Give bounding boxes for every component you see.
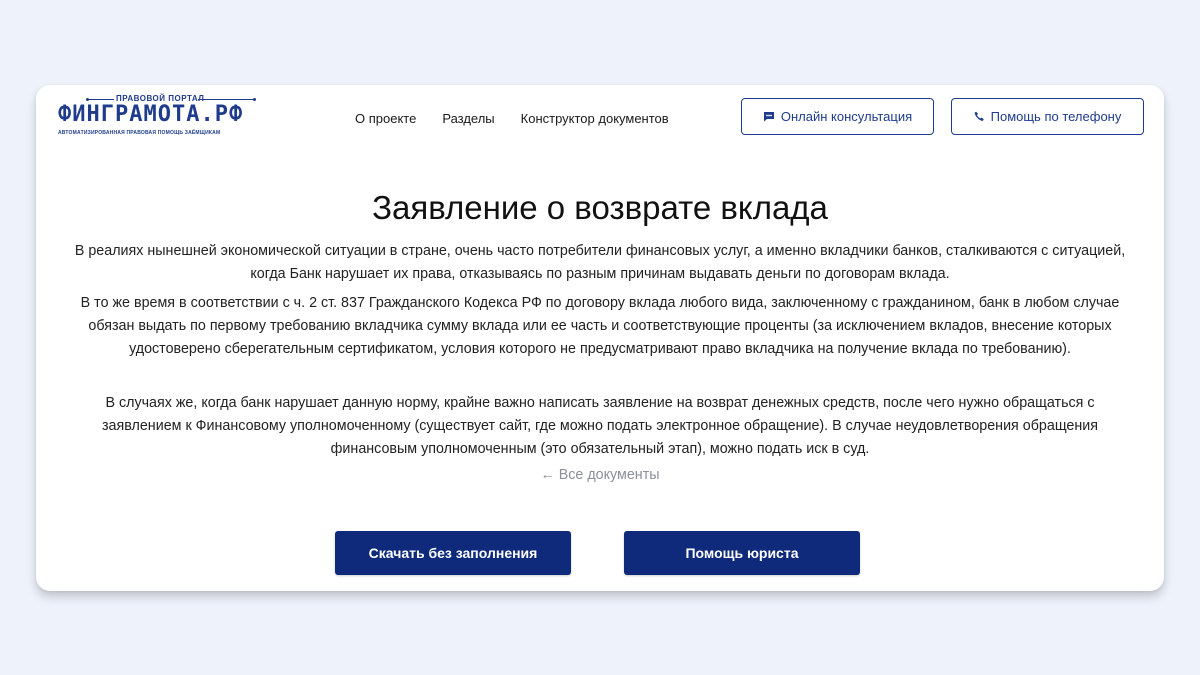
chat-icon xyxy=(763,111,775,122)
article-paragraph-1: В реалиях нынешней экономической ситуаци… xyxy=(74,243,1126,282)
page-title: Заявление о возврате вклада xyxy=(372,189,828,226)
article-paragraph-2: В то же время в соответствии с ч. 2 ст. … xyxy=(80,295,1120,357)
logo-decor-line-right xyxy=(198,99,254,100)
phone-icon xyxy=(974,111,985,122)
online-consultation-label: Онлайн консультация xyxy=(780,109,913,124)
online-consultation-button[interactable]: Онлайн консультация xyxy=(741,98,934,135)
phone-help-label: Помощь по телефону xyxy=(990,109,1122,124)
logo-bottom-text: АВТОМАТИЗИРОВАННАЯ ПРАВОВАЯ ПОМОЩЬ ЗАЁМЩ… xyxy=(58,130,221,136)
article-paragraph-3: В случаях же, когда банк нарушает данную… xyxy=(102,395,1098,457)
all-documents-link[interactable]: ← Все документы xyxy=(36,467,1164,483)
nav-item-sections[interactable]: Разделы xyxy=(442,111,494,126)
top-nav: О проекте Разделы Конструктор документов xyxy=(355,111,669,126)
download-blank-button[interactable]: Скачать без заполнения xyxy=(335,531,571,575)
logo-decor-dot-right xyxy=(253,98,256,101)
main-card: ПРАВОВОЙ ПОРТАЛ ФИНГРАМОТА.РФ АВТОМАТИЗИ… xyxy=(36,85,1164,591)
logo-decor-dot-left xyxy=(86,98,89,101)
logo-decor-line-left xyxy=(88,99,114,100)
logo-main-text: ФИНГРАМОТА.РФ xyxy=(58,102,244,127)
nav-item-doc-builder[interactable]: Конструктор документов xyxy=(521,111,669,126)
site-logo[interactable]: ПРАВОВОЙ ПОРТАЛ ФИНГРАМОТА.РФ АВТОМАТИЗИ… xyxy=(58,94,258,140)
lawyer-help-button[interactable]: Помощь юриста xyxy=(624,531,860,575)
nav-item-about[interactable]: О проекте xyxy=(355,111,416,126)
phone-help-button[interactable]: Помощь по телефону xyxy=(951,98,1144,135)
